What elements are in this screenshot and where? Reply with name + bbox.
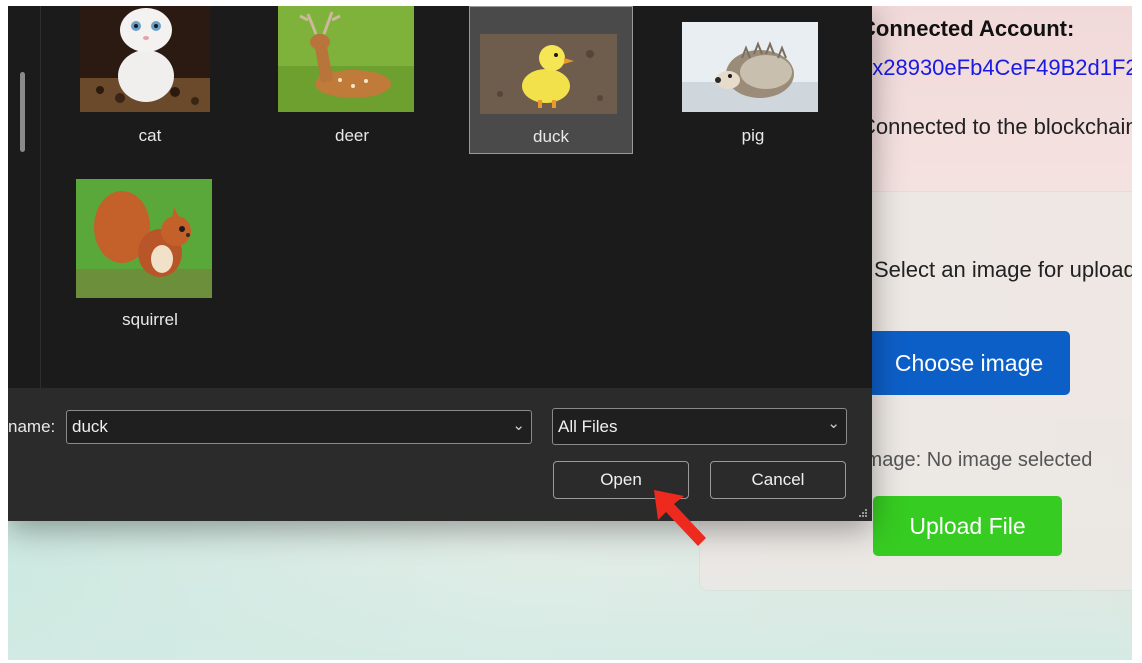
dialog-footer: name: duck ⌄ All Files ⌄ Open Cancel <box>8 388 872 521</box>
file-item-cat[interactable]: cat <box>68 6 232 154</box>
image-status-text: Image: No image selected <box>860 449 1093 471</box>
file-open-dialog: cat deer duck pig squirrel name: duck ⌄ … <box>8 6 872 521</box>
file-name-cat: cat <box>138 126 162 145</box>
hedgehog-thumbnail-icon <box>682 22 818 112</box>
file-name-duck: duck <box>533 127 569 146</box>
file-name-label: name: <box>8 417 56 436</box>
file-type-select[interactable]: All Files ⌄ <box>552 408 847 445</box>
upload-file-button[interactable]: Upload File <box>873 496 1062 556</box>
file-name-input-value[interactable]: duck <box>72 417 108 437</box>
resize-grip-icon[interactable] <box>856 508 868 520</box>
file-item-deer[interactable]: deer <box>270 6 434 154</box>
connection-status-text: Connected to the blockchain network <box>860 114 1132 139</box>
file-name-squirrel: squirrel <box>122 310 178 329</box>
chevron-down-icon[interactable]: ⌄ <box>827 414 840 432</box>
squirrel-thumbnail-icon <box>76 179 212 298</box>
file-item-duck[interactable]: duck <box>469 6 633 154</box>
deer-thumbnail-icon <box>278 6 414 112</box>
chevron-down-icon[interactable]: ⌄ <box>512 416 525 434</box>
choose-image-button[interactable]: Choose image <box>868 331 1070 395</box>
navigation-scrollbar[interactable] <box>20 72 25 152</box>
screen: Connected Account: 0x28930eFb4CeF49B2d1F… <box>8 6 1132 660</box>
select-image-prompt: Select an image for uploading <box>874 257 1132 282</box>
file-item-squirrel[interactable]: squirrel <box>68 174 232 329</box>
navigation-pane <box>8 6 41 388</box>
file-name-deer: deer <box>334 126 370 145</box>
cat-thumbnail-icon <box>80 6 210 112</box>
red-arrow-icon <box>654 490 706 546</box>
connected-account-title: Connected Account: <box>860 16 1075 41</box>
file-type-value: All Files <box>558 417 618 436</box>
connected-account-address[interactable]: 0x28930eFb4CeF49B2d1F2 <box>860 55 1132 81</box>
file-name-input[interactable]: duck ⌄ <box>66 410 532 444</box>
file-name-pig: pig <box>741 126 765 145</box>
cancel-button[interactable]: Cancel <box>710 461 846 499</box>
file-item-pig[interactable]: pig <box>671 6 835 154</box>
duck-thumbnail-icon <box>480 34 617 114</box>
